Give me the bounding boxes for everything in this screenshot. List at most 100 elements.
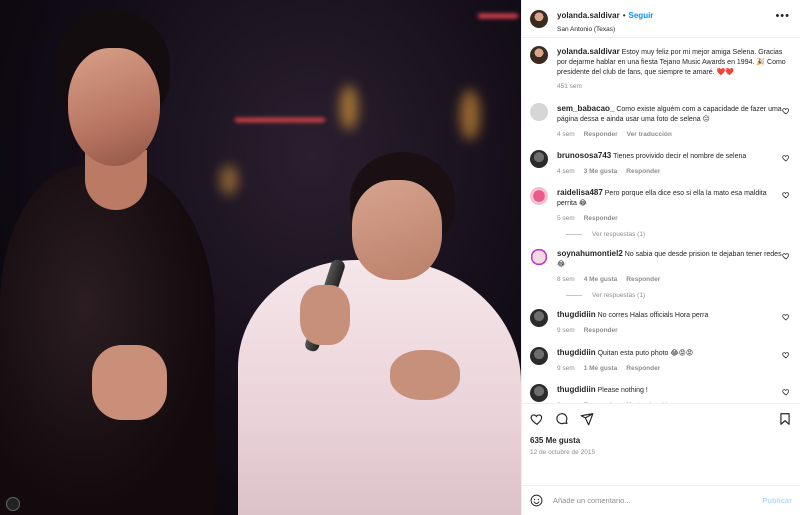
comment-time: 9 sem xyxy=(557,364,575,372)
comment-item: soynahumontiel2 No sabia que desde prisi… xyxy=(530,248,792,284)
comments-list[interactable]: yolanda.saldivar Estoy muy feliz por mi … xyxy=(522,38,800,403)
comment-username[interactable]: thugdidiin xyxy=(557,310,596,319)
stage-glow xyxy=(460,90,480,140)
comment-avatar[interactable] xyxy=(530,383,548,402)
comment-meta: 5 sem Responder xyxy=(557,214,785,223)
comment-time: 9 sem xyxy=(557,327,575,335)
comment-meta: 4 sem Responder Ver traducción xyxy=(557,130,785,139)
person-right-hand xyxy=(390,350,460,400)
stage-glow xyxy=(220,165,238,195)
post-sidebar: yolanda.saldivar • Seguir San Antonio (Tex… xyxy=(521,0,800,515)
comment-avatar[interactable] xyxy=(530,309,548,328)
comment-icon[interactable] xyxy=(555,412,569,426)
heart-icon[interactable] xyxy=(530,412,544,426)
heart-icon[interactable] xyxy=(782,191,790,199)
person-left-hands xyxy=(92,345,167,420)
heart-icon[interactable] xyxy=(782,107,790,115)
heart-icon[interactable] xyxy=(782,313,790,321)
header-username[interactable]: yolanda.saldivar xyxy=(557,11,620,20)
heart-icon[interactable] xyxy=(782,388,790,396)
publish-button[interactable]: Publicar xyxy=(762,496,792,505)
comment-item: brunososa743 Tienes provivido decir el n… xyxy=(530,150,792,176)
reply-button[interactable]: Responder xyxy=(626,364,660,373)
view-replies-label: Ver respuestas (1) xyxy=(592,292,646,300)
comment-username[interactable]: brunososa743 xyxy=(557,151,611,160)
comment-meta: 9 sem 1 Me gusta Responder xyxy=(557,364,785,373)
post-caption: yolanda.saldivar Estoy muy feliz por mi … xyxy=(530,46,792,91)
view-replies-label: Ver respuestas (1) xyxy=(592,231,646,239)
post-photo[interactable] xyxy=(0,0,521,515)
view-replies-button[interactable]: Ver respuestas (1) xyxy=(566,292,792,299)
bookmark-icon[interactable] xyxy=(778,412,792,426)
instagram-post-modal: yolanda.saldivar • Seguir San Antonio (Tex… xyxy=(0,0,800,515)
tagged-user-icon[interactable] xyxy=(6,497,20,511)
comment-time: 8 sem xyxy=(557,276,575,284)
comment-item: thugdidiin Quitan esta puto photo 😂😡😡 9 … xyxy=(530,346,792,373)
heart-icon[interactable] xyxy=(782,351,790,359)
comment-username[interactable]: thugdidiin xyxy=(557,385,596,394)
comment-likes[interactable]: 4 Me gusta xyxy=(584,275,618,284)
comment-likes[interactable]: 3 Me gusta xyxy=(584,167,618,176)
comment-username[interactable]: thugdidiin xyxy=(557,348,596,357)
person-left-face xyxy=(68,48,160,166)
person-right-hand xyxy=(300,285,350,345)
comment-input[interactable] xyxy=(553,496,763,505)
comment-item: thugdidiin No corres Halas officials Hor… xyxy=(530,309,792,335)
translate-button[interactable]: Ver traducción xyxy=(627,130,672,139)
comment-text: No corres Halas officials Hora perra xyxy=(597,312,709,320)
comment-item: thugdidiin Please nothing ! 9 sem Respon… xyxy=(530,383,792,403)
comment-item: raidelisa487 Pero porque ella dice eso s… xyxy=(530,187,792,223)
caption-time: 451 sem xyxy=(557,82,582,90)
comment-avatar[interactable] xyxy=(530,346,548,365)
comment-likes[interactable]: 1 Me gusta xyxy=(584,364,618,373)
view-replies-button[interactable]: Ver respuestas (1) xyxy=(566,231,792,238)
comment-time: 5 sem xyxy=(557,215,575,223)
comment-container: sem_babacao_ Como existe alguém com a ca… xyxy=(530,103,792,403)
follow-button[interactable]: Seguir xyxy=(629,11,654,20)
comment-text: Please nothing ! xyxy=(597,386,648,394)
replies-divider xyxy=(566,295,582,297)
comment-username[interactable]: raidelisa487 xyxy=(557,188,603,197)
post-header: yolanda.saldivar • Seguir San Antonio (Tex… xyxy=(522,0,800,38)
more-options-icon[interactable]: ••• xyxy=(775,10,790,22)
action-bar: 635 Me gusta 12 de octubre de 2015 xyxy=(522,403,800,485)
comment-avatar[interactable] xyxy=(530,150,548,169)
comment-text: Quitan esta puto photo 😂😡😡 xyxy=(597,349,694,357)
reply-button[interactable]: Responder xyxy=(584,214,618,223)
stage-glow xyxy=(340,85,358,130)
stage-light xyxy=(235,118,325,122)
emoji-icon[interactable] xyxy=(530,494,543,507)
comment-text: Tienes provivido decir el nombre de sele… xyxy=(613,153,747,161)
person-right-face xyxy=(352,180,442,280)
caption-username[interactable]: yolanda.saldivar xyxy=(557,47,620,56)
like-count[interactable]: 635 Me gusta xyxy=(530,436,792,445)
reply-button[interactable]: Responder xyxy=(584,326,618,335)
profile-avatar[interactable] xyxy=(530,9,548,28)
comment-time: 4 sem xyxy=(557,168,575,176)
reply-button[interactable]: Responder xyxy=(626,167,660,176)
heart-icon[interactable] xyxy=(782,154,790,162)
reply-button[interactable]: Responder xyxy=(626,275,660,284)
person-left-dress xyxy=(0,165,215,515)
comment-meta: 9 sem Responder xyxy=(557,326,785,335)
comment-meta: 8 sem 4 Me gusta Responder xyxy=(557,275,785,284)
separator-dot: • xyxy=(622,10,626,20)
comment-time: 4 sem xyxy=(557,130,575,138)
post-date: 12 de octubre de 2015 xyxy=(530,449,596,456)
comment-avatar[interactable] xyxy=(530,103,548,122)
add-comment-bar: Publicar xyxy=(522,485,800,515)
reply-button[interactable]: Responder xyxy=(584,130,618,139)
person-right-suit xyxy=(238,260,521,515)
caption-avatar[interactable] xyxy=(530,46,548,64)
location-link[interactable]: San Antonio (Texas) xyxy=(557,26,653,33)
stage-light xyxy=(478,14,518,18)
comment-meta: 4 sem 3 Me gusta Responder xyxy=(557,167,785,176)
comment-item: sem_babacao_ Como existe alguém com a ca… xyxy=(530,103,792,139)
comment-avatar[interactable] xyxy=(530,187,548,206)
comment-avatar[interactable] xyxy=(530,248,548,267)
share-icon[interactable] xyxy=(580,412,594,426)
comment-username[interactable]: soynahumontiel2 xyxy=(557,249,623,258)
replies-divider xyxy=(566,234,582,236)
comment-username[interactable]: sem_babacao_ xyxy=(557,104,614,113)
heart-icon[interactable] xyxy=(782,252,790,260)
